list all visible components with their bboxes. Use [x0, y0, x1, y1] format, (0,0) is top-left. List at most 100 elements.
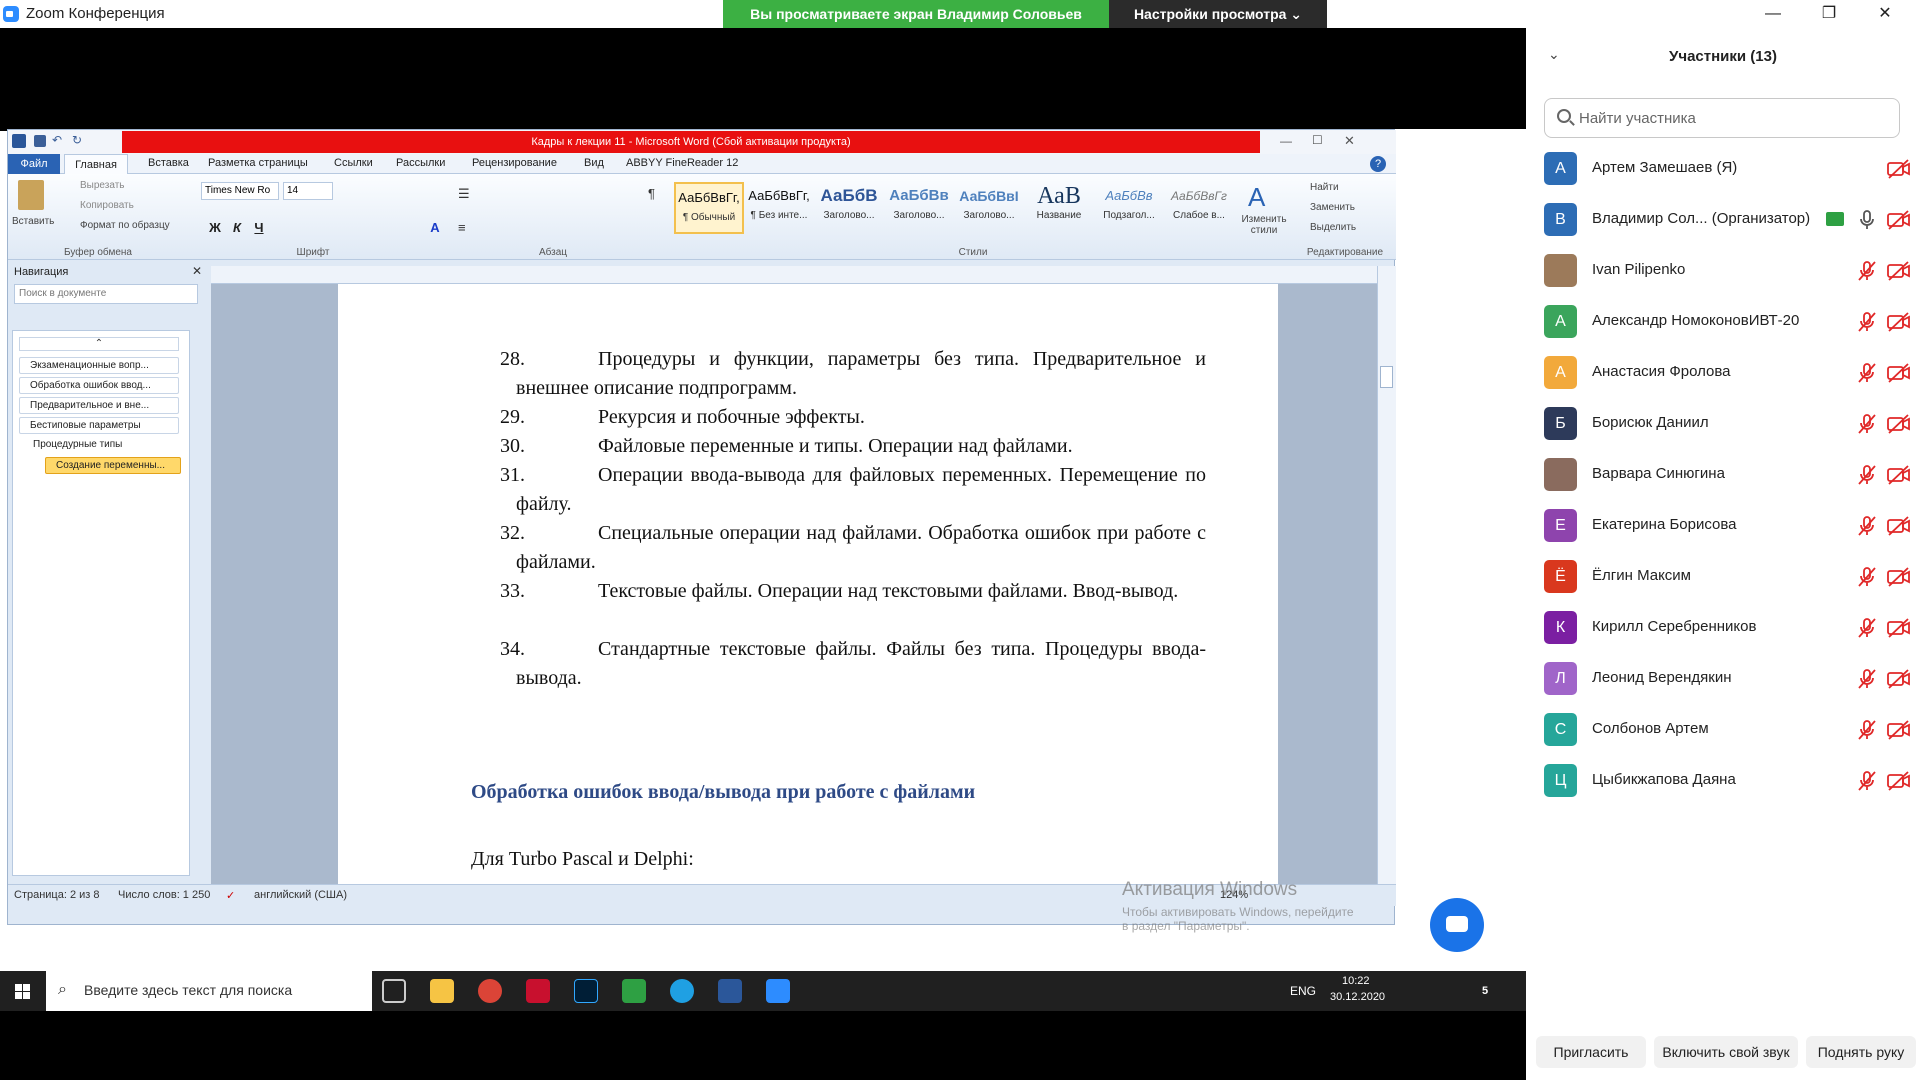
- taskbar-search[interactable]: ⌕ Введите здесь текст для поиска: [46, 971, 372, 1011]
- close-button[interactable]: ✕: [1862, 2, 1908, 26]
- save-icon[interactable]: [34, 135, 46, 147]
- document-scrollbar[interactable]: [1377, 266, 1396, 884]
- nav-item[interactable]: Бестиповые параметры: [19, 417, 179, 434]
- word-minimize-button[interactable]: —: [1280, 134, 1292, 148]
- nav-collapse-all-icon[interactable]: ⌃: [19, 337, 179, 351]
- tab-home[interactable]: Главная: [64, 154, 128, 175]
- participant-row[interactable]: Е Екатерина Борисова: [1526, 501, 1920, 552]
- chrome-icon[interactable]: [478, 979, 502, 1003]
- paste-icon[interactable]: [18, 180, 44, 210]
- find-button[interactable]: Найти: [1310, 182, 1339, 193]
- document-page[interactable]: 28. Процедуры и функции, параметры без т…: [338, 284, 1278, 884]
- app-icon[interactable]: [526, 979, 550, 1003]
- horizontal-ruler[interactable]: [211, 266, 1377, 284]
- word-maximize-button[interactable]: ☐: [1312, 133, 1323, 147]
- proofing-icon[interactable]: ✓: [226, 889, 235, 902]
- style-title[interactable]: АаВ Название: [1024, 182, 1094, 234]
- tab-insert[interactable]: Вставка: [148, 157, 189, 169]
- edge-icon[interactable]: [670, 979, 694, 1003]
- participant-row[interactable]: А Анастасия Фролова: [1526, 348, 1920, 399]
- participant-row[interactable]: К Кирилл Серебренников: [1526, 603, 1920, 654]
- change-styles-button[interactable]: Изменить стили: [1236, 214, 1292, 236]
- nav-item[interactable]: Обработка ошибок ввод...: [19, 377, 179, 394]
- maximize-button[interactable]: ❐: [1806, 2, 1852, 26]
- scrollbar-thumb[interactable]: [1380, 366, 1393, 388]
- nav-search-input[interactable]: Поиск в документе: [14, 284, 198, 304]
- taskbar-lang[interactable]: ENG: [1290, 984, 1316, 998]
- taskbar-time[interactable]: 10:22: [1342, 975, 1370, 987]
- style-subtitle[interactable]: АаБбВв Подзагол...: [1094, 182, 1164, 234]
- font-name-select[interactable]: Times New Ro: [201, 182, 279, 200]
- redo-icon[interactable]: ↻: [72, 133, 82, 147]
- nav-close-icon[interactable]: ✕: [192, 264, 202, 278]
- nav-item-selected[interactable]: Создание переменны...: [45, 457, 181, 474]
- replace-button[interactable]: Заменить: [1310, 202, 1355, 213]
- participant-row[interactable]: Ivan Pilipenko: [1526, 246, 1920, 297]
- copy-button[interactable]: Копировать: [80, 200, 134, 211]
- photoshop-icon[interactable]: [574, 979, 598, 1003]
- chat-bubble-icon[interactable]: [1430, 898, 1484, 952]
- paste-button[interactable]: Вставить: [12, 216, 54, 227]
- unmute-button[interactable]: Включить свой звук: [1654, 1036, 1798, 1068]
- question-item: 31. Операции ввода-вывода для файловых п…: [500, 461, 1206, 519]
- style-heading-2[interactable]: АаБбВв Заголово...: [884, 182, 954, 234]
- tab-mailings[interactable]: Рассылки: [396, 157, 445, 169]
- mic-muted-icon: [1855, 769, 1881, 793]
- tab-review[interactable]: Рецензирование: [472, 157, 557, 169]
- task-view-icon[interactable]: [382, 979, 406, 1003]
- style-subtle-emphasis[interactable]: АаБбВвГг Слабое в...: [1164, 182, 1234, 234]
- select-button[interactable]: Выделить: [1310, 222, 1356, 233]
- notification-count[interactable]: 5: [1482, 985, 1488, 997]
- zoom-icon[interactable]: [766, 979, 790, 1003]
- italic-button[interactable]: К: [228, 220, 246, 238]
- view-options-button[interactable]: Настройки просмотра ⌄: [1109, 0, 1327, 28]
- status-page[interactable]: Страница: 2 из 8: [14, 889, 100, 901]
- participant-row[interactable]: Б Борисюк Даниил: [1526, 399, 1920, 450]
- app-icon[interactable]: [622, 979, 646, 1003]
- invite-button[interactable]: Пригласить: [1536, 1036, 1646, 1068]
- windows-start-button[interactable]: [0, 971, 46, 1011]
- participant-row[interactable]: Ё Ёлгин Максим: [1526, 552, 1920, 603]
- participant-row[interactable]: А Артем Замешаев (Я): [1526, 144, 1920, 195]
- bold-button[interactable]: Ж: [206, 220, 224, 238]
- bullets-icon[interactable]: ☰: [458, 186, 470, 202]
- status-language[interactable]: английский (США): [254, 889, 347, 901]
- nav-item[interactable]: Процедурные типы: [19, 437, 179, 454]
- file-explorer-icon[interactable]: [430, 979, 454, 1003]
- video-off-icon: [1886, 718, 1912, 742]
- participant-row[interactable]: А Александр НомоконовИВТ-20: [1526, 297, 1920, 348]
- tab-page-layout[interactable]: Разметка страницы: [208, 157, 308, 169]
- tab-abbyy[interactable]: ABBYY FineReader 12: [626, 157, 738, 169]
- participant-row[interactable]: Ц Цыбикжапова Даяна: [1526, 756, 1920, 807]
- style-no-spacing[interactable]: АаБбВвГг, ¶ Без инте...: [744, 182, 814, 234]
- change-styles-icon[interactable]: A: [1248, 182, 1265, 213]
- font-color-button[interactable]: A: [426, 220, 444, 238]
- style-normal[interactable]: АаБбВвГг, ¶ Обычный: [674, 182, 744, 234]
- style-heading-3[interactable]: АаБбВвІ Заголово...: [954, 182, 1024, 234]
- undo-icon[interactable]: ↶: [52, 133, 62, 147]
- underline-button[interactable]: Ч: [250, 220, 268, 238]
- help-icon[interactable]: ?: [1370, 156, 1386, 172]
- tab-references[interactable]: Ссылки: [334, 157, 373, 169]
- tab-file[interactable]: Файл: [8, 154, 60, 174]
- nav-item[interactable]: Предварительное и вне...: [19, 397, 179, 414]
- word-icon[interactable]: [718, 979, 742, 1003]
- minimize-button[interactable]: —: [1750, 2, 1796, 26]
- word-close-button[interactable]: ✕: [1344, 133, 1355, 149]
- participant-row[interactable]: Л Леонид Верендякин: [1526, 654, 1920, 705]
- tab-view[interactable]: Вид: [584, 157, 604, 169]
- style-heading-1[interactable]: АаБбВ Заголово...: [814, 182, 884, 234]
- show-marks-icon[interactable]: ¶: [648, 186, 655, 201]
- taskbar-date[interactable]: 30.12.2020: [1330, 991, 1385, 1003]
- cut-button[interactable]: Вырезать: [80, 180, 124, 191]
- participant-row[interactable]: В Владимир Сол... (Организатор): [1526, 195, 1920, 246]
- raise-hand-button[interactable]: Поднять руку: [1806, 1036, 1916, 1068]
- participant-row[interactable]: Варвара Синюгина: [1526, 450, 1920, 501]
- participant-search-input[interactable]: Найти участника: [1544, 98, 1900, 138]
- nav-item[interactable]: Экзаменационные вопр...: [19, 357, 179, 374]
- participant-row[interactable]: С Солбонов Артем: [1526, 705, 1920, 756]
- status-word-count[interactable]: Число слов: 1 250: [118, 889, 210, 901]
- align-left-icon[interactable]: ≡: [458, 220, 466, 235]
- font-size-select[interactable]: 14: [283, 182, 333, 200]
- format-painter-button[interactable]: Формат по образцу: [80, 220, 170, 231]
